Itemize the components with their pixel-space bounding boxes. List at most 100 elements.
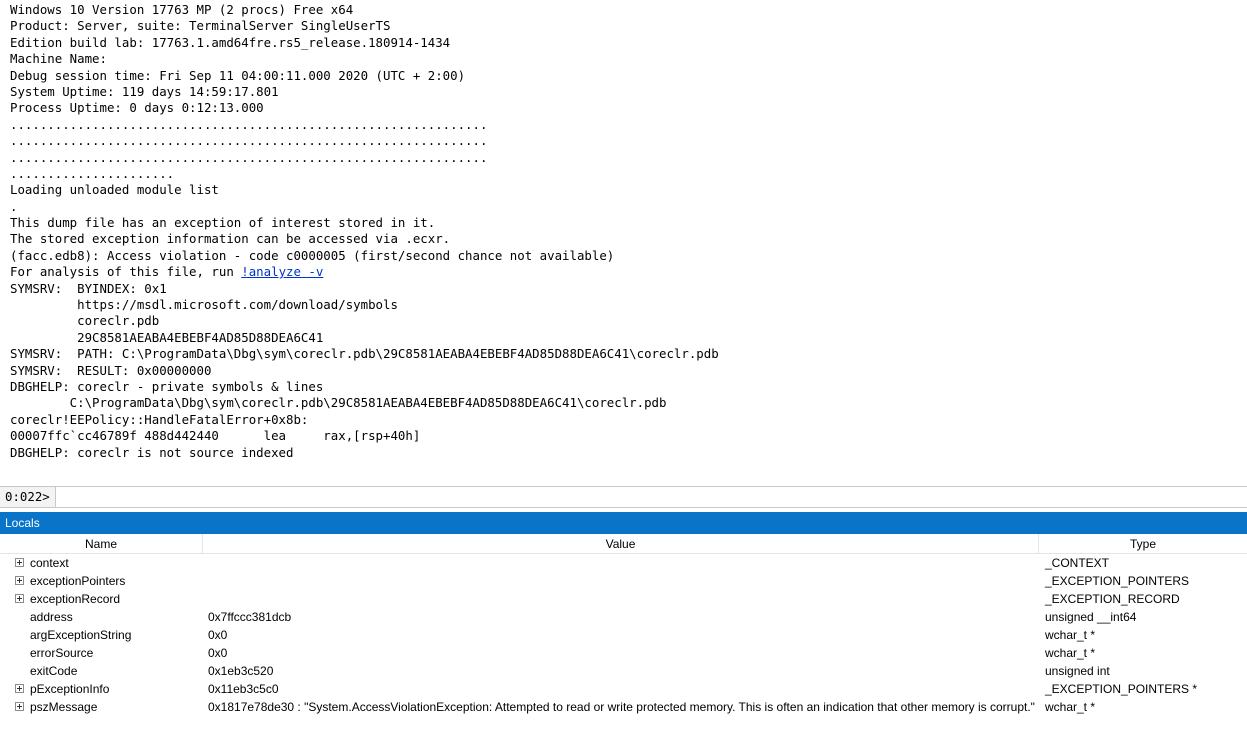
expand-plus-icon[interactable] <box>15 558 24 567</box>
console-line-text: Windows 10 Version 17763 MP (2 procs) Fr… <box>10 2 354 17</box>
console-line: This dump file has an exception of inter… <box>10 215 1247 231</box>
local-name: context <box>30 556 69 570</box>
console-line-text: This dump file has an exception of inter… <box>10 215 436 231</box>
locals-row[interactable]: address 0x7ffccc381dcb unsigned __int64 <box>0 608 1247 626</box>
console-line: ........................................… <box>10 117 1247 133</box>
console-line-text: 00007ffc`cc46789f 488d442440 lea rax,[rs… <box>10 428 421 444</box>
console-line: DBGHELP: coreclr - private symbols & lin… <box>10 379 1247 395</box>
console-line: ........................................… <box>10 133 1247 149</box>
local-type: wchar_t * <box>1045 628 1096 642</box>
locals-window: Locals Name Value Type context _CONTEXTex… <box>0 512 1247 732</box>
local-type: _EXCEPTION_RECORD <box>1045 592 1180 606</box>
local-type: unsigned int <box>1045 664 1110 678</box>
locals-header: Name Value Type <box>0 534 1247 554</box>
column-header-name[interactable]: Name <box>0 534 203 554</box>
console-line: SYMSRV: BYINDEX: 0x1 <box>10 281 1247 297</box>
console-line: C:\ProgramData\Dbg\sym\coreclr.pdb\29C85… <box>10 395 1247 411</box>
console-line-text: https://msdl.microsoft.com/download/symb… <box>10 297 398 313</box>
local-type: wchar_t * <box>1045 700 1096 714</box>
command-bar: 0:022> <box>0 486 1247 508</box>
console-line-text: coreclr!EEPolicy::HandleFatalError+0x8b: <box>10 411 309 427</box>
local-name: address <box>30 610 73 624</box>
locals-title[interactable]: Locals <box>0 512 1247 534</box>
console-line-text: Edition build lab: 17763.1.amd64fre.rs5_… <box>10 34 451 50</box>
console-line: Edition build lab: 17763.1.amd64fre.rs5_… <box>10 35 1247 51</box>
console-line: ...................... <box>10 166 1247 182</box>
local-name: pszMessage <box>30 700 98 714</box>
console-line: . <box>10 199 1247 215</box>
locals-row[interactable]: argExceptionString 0x0 wchar_t * <box>0 626 1247 644</box>
local-name: exitCode <box>30 664 78 678</box>
console-line: The stored exception information can be … <box>10 231 1247 247</box>
console-line: coreclr!EEPolicy::HandleFatalError+0x8b: <box>10 412 1247 428</box>
console-line-text: SYMSRV: PATH: C:\ProgramData\Dbg\sym\cor… <box>10 346 719 362</box>
console-line: coreclr.pdb <box>10 313 1247 329</box>
console-line: Machine Name: <box>10 51 1247 67</box>
console-line-text: (facc.edb8): Access violation - code c00… <box>10 247 615 263</box>
local-value: 0x7ffccc381dcb <box>208 610 292 624</box>
local-name: exceptionPointers <box>30 574 126 588</box>
console-line-text: Machine Name: <box>10 51 107 67</box>
local-name: errorSource <box>30 646 94 660</box>
console-line-text: SYMSRV: BYINDEX: 0x1 <box>10 280 167 296</box>
console-line-text: For analysis of this file, run <box>10 264 242 280</box>
local-type: _EXCEPTION_POINTERS <box>1045 574 1190 588</box>
local-type: _CONTEXT <box>1045 556 1110 570</box>
local-name: exceptionRecord <box>30 592 121 606</box>
console-line: System Uptime: 119 days 14:59:17.801 <box>10 84 1247 100</box>
console-line: DBGHELP: coreclr is not source indexed <box>10 445 1247 461</box>
expand-plus-icon[interactable] <box>15 702 24 711</box>
local-value: 0x0 <box>208 628 228 642</box>
console-line: SYMSRV: RESULT: 0x00000000 <box>10 363 1247 379</box>
console-line-text: Loading unloaded module list <box>10 182 219 198</box>
analyze-link[interactable]: !analyze -v <box>241 264 323 279</box>
locals-rows: context _CONTEXT exceptionPointers _EXCEPTI… <box>0 554 1247 716</box>
locals-row[interactable]: pszMessage 0x1817e78de30 : "System.Access… <box>0 698 1247 716</box>
local-value: 0x11eb3c5c0 <box>208 682 279 696</box>
console-line: (facc.edb8): Access violation - code c00… <box>10 248 1247 264</box>
console-line-text: DBGHELP: coreclr is not source indexed <box>10 444 294 460</box>
console-line-text: . <box>10 198 18 214</box>
command-output[interactable]: Windows 10 Version 17763 MP (2 procs) Fr… <box>0 0 1247 486</box>
console-line-text: 29C8581AEABA4EBEBF4AD85D88DEA6C41 <box>10 329 324 345</box>
console-line-text: DBGHELP: coreclr - private symbols & lin… <box>10 378 324 394</box>
console-line-text: ........................................… <box>10 149 488 165</box>
console-line: Loading unloaded module list <box>10 182 1247 198</box>
console-line-text: ...................... <box>10 165 175 181</box>
locals-row[interactable]: exceptionRecord _EXCEPTION_RECORD <box>0 590 1247 608</box>
console-line-text: The stored exception information can be … <box>10 231 451 247</box>
console-line-text: Product: Server, suite: TerminalServer S… <box>10 18 391 34</box>
locals-row[interactable]: exceptionPointers _EXCEPTION_POINTERS <box>0 572 1247 590</box>
locals-row[interactable]: errorSource 0x0 wchar_t * <box>0 644 1247 662</box>
console-line: Debug session time: Fri Sep 11 04:00:11.… <box>10 68 1247 84</box>
console-line: SYMSRV: PATH: C:\ProgramData\Dbg\sym\cor… <box>10 346 1247 362</box>
console-line: 00007ffc`cc46789f 488d442440 lea rax,[rs… <box>10 428 1247 444</box>
expand-plus-icon[interactable] <box>15 594 24 603</box>
console-line-text: coreclr.pdb <box>10 313 160 329</box>
locals-row[interactable]: context _CONTEXT <box>0 554 1247 572</box>
local-name: pExceptionInfo <box>30 682 110 696</box>
column-header-value[interactable]: Value <box>203 534 1039 554</box>
local-type: _EXCEPTION_POINTERS * <box>1045 682 1198 696</box>
column-header-type[interactable]: Type <box>1039 534 1247 554</box>
local-value: 0x1eb3c520 <box>208 664 274 678</box>
console-line: 29C8581AEABA4EBEBF4AD85D88DEA6C41 <box>10 330 1247 346</box>
console-line: ........................................… <box>10 150 1247 166</box>
console-line: https://msdl.microsoft.com/download/symb… <box>10 297 1247 313</box>
locals-row[interactable]: pExceptionInfo 0x11eb3c5c0 _EXCEPTION_POIN… <box>0 680 1247 698</box>
expand-plus-icon[interactable] <box>15 576 24 585</box>
console-line-text: SYMSRV: RESULT: 0x00000000 <box>10 362 212 378</box>
locals-row[interactable]: exitCode 0x1eb3c520 unsigned int <box>0 662 1247 680</box>
console-line: Product: Server, suite: TerminalServer S… <box>10 18 1247 34</box>
command-input[interactable] <box>57 487 1245 507</box>
expand-plus-icon[interactable] <box>15 684 24 693</box>
console-line: Windows 10 Version 17763 MP (2 procs) Fr… <box>10 2 1247 18</box>
console-line-text: C:\ProgramData\Dbg\sym\coreclr.pdb\29C85… <box>10 395 667 411</box>
local-value: 0x1817e78de30 : "System.AccessViolationE… <box>208 700 1035 714</box>
local-type: unsigned __int64 <box>1045 610 1137 624</box>
command-prompt: 0:022> <box>0 487 56 507</box>
console-line-text: System Uptime: 119 days 14:59:17.801 <box>10 83 279 99</box>
console-line-text: ........................................… <box>10 133 488 149</box>
local-name: argExceptionString <box>30 628 132 642</box>
console-line-text: Debug session time: Fri Sep 11 04:00:11.… <box>10 67 466 83</box>
